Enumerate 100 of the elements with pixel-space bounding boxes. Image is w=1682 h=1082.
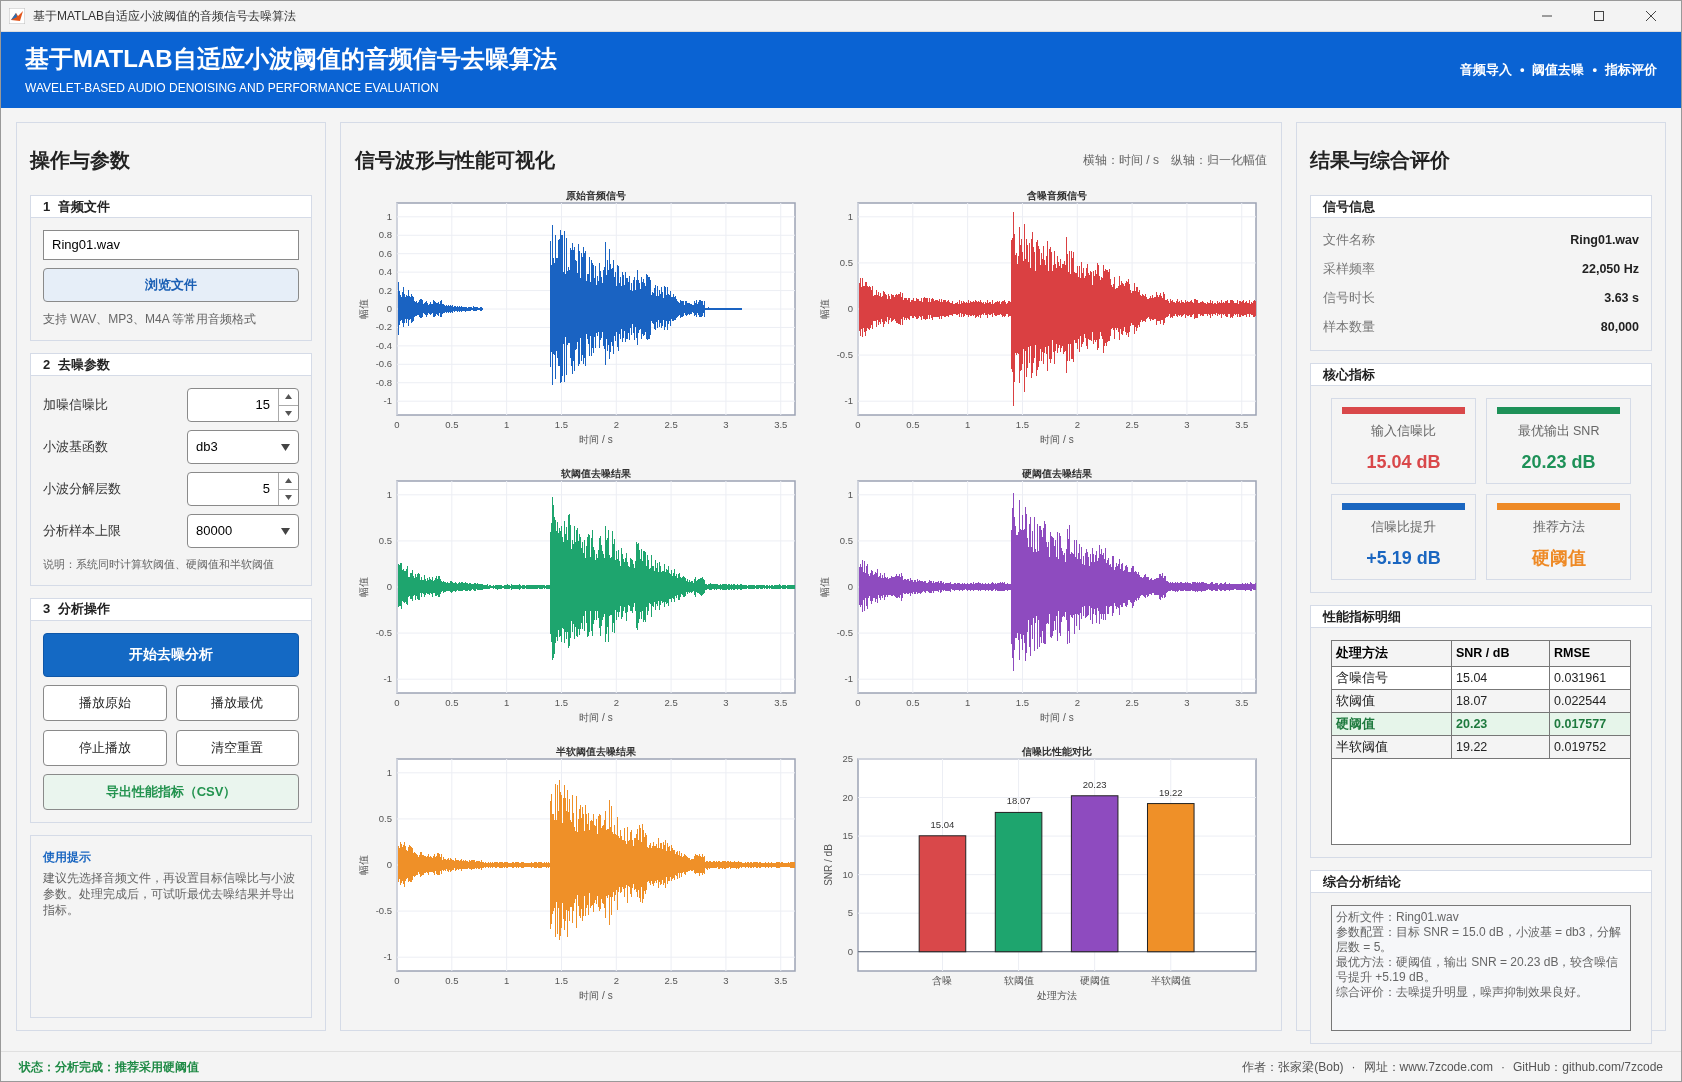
credit-text: GitHub：github.com/7zcode — [1512, 1058, 1663, 1076]
app-logo-icon — [9, 8, 25, 24]
axis-tick-label: 0 — [386, 859, 392, 870]
column-header: 处理方法 — [1332, 641, 1452, 666]
axis-tick-label: 0.5 — [445, 697, 459, 708]
conclusion-line: 综合评价：去噪提升明显，噪声抑制效果良好。 — [1336, 985, 1589, 1000]
section-title: 核心指标 — [1323, 365, 1375, 384]
window-title: 基于MATLAB自适应小波阈值的音频信号去噪算法 — [33, 8, 298, 25]
axis-tick-label: 1 — [965, 697, 971, 708]
conclusion-line: 最优方法：硬阈值，输出 SNR = 20.23 dB，较含噪信号提升 +5.19 dB。 — [1336, 955, 1620, 985]
metric-value: 15.04 dB — [1366, 450, 1441, 474]
start-analysis-button[interactable]: 开始去噪分析 — [43, 632, 299, 677]
axis-tick-label: 0.5 — [906, 697, 920, 708]
credit-text: 作者：张家梁(Bob) — [1242, 1058, 1344, 1076]
section-title: 音频文件 — [58, 197, 111, 216]
dropdown-caret-icon — [281, 443, 290, 451]
conclusion-line: 参数配置：目标 SNR = 15.0 dB，小波基 = db3，分解层数 = 5。 — [1336, 925, 1623, 955]
field-label: 小波分解层数 — [43, 480, 121, 499]
info-value: Ring01.wav — [1570, 232, 1639, 250]
number-field[interactable]: 5 — [187, 472, 299, 506]
info-label: 采样频率 — [1323, 261, 1375, 279]
file-field[interactable]: Ring01.wav — [43, 230, 299, 260]
dropdown[interactable]: db3 — [187, 430, 299, 464]
axis-tick-label: -1 — [383, 673, 392, 685]
table-row[interactable]: 含噪信号 15.04 0.031961 — [1332, 667, 1630, 690]
nav-link[interactable]: 阈值去噪 — [1532, 60, 1585, 80]
table-row[interactable]: 软阈值 18.07 0.022544 — [1332, 690, 1630, 713]
nav-link[interactable]: 音频导入 — [1459, 60, 1512, 80]
axis-tick-label: 1 — [386, 210, 392, 222]
maximize-icon[interactable] — [1593, 10, 1605, 22]
axis-tick-label: -0.6 — [375, 358, 392, 370]
axis-tick-label: 0 — [855, 419, 861, 430]
tips-title: 使用提示 — [43, 848, 92, 866]
browse-button[interactable]: 浏览文件 — [43, 268, 299, 302]
axis-tick-label: 0.5 — [445, 975, 459, 986]
column-header: SNR / dB — [1452, 641, 1550, 666]
info-value: 22,050 Hz — [1582, 261, 1639, 279]
axis-tick-label: 0 — [855, 697, 861, 708]
table-row[interactable]: 半软阈值 19.22 0.019752 — [1332, 736, 1630, 759]
data-label: 18.07 — [1006, 795, 1031, 807]
spin-up-icon[interactable] — [285, 478, 292, 484]
axis-tick-label: 1.5 — [1015, 419, 1030, 430]
axis-tick-label: -0.4 — [375, 339, 392, 351]
metric-label: 推荐方法 — [1532, 519, 1585, 536]
axis-tick-label: 2.5 — [664, 975, 678, 986]
action-button[interactable]: 播放最优 — [175, 684, 299, 721]
axis-tick-label: 0.4 — [378, 266, 392, 278]
action-button[interactable]: 停止播放 — [43, 729, 167, 766]
axis-label: 时间 / s — [1040, 434, 1074, 445]
spin-down-icon[interactable] — [285, 494, 292, 500]
chart-title: 原始音频信号 — [566, 190, 626, 201]
axis-label: 时间 / s — [579, 990, 613, 1001]
axis-tick-label: 2 — [613, 975, 619, 986]
table-cell: 18.07 — [1452, 690, 1550, 712]
hint-text: 支持 WAV、MP3、M4A 等常用音频格式 — [43, 311, 258, 328]
data-label: 20.23 — [1082, 778, 1107, 790]
axis-note: 纵轴：归一化幅值 — [1171, 152, 1267, 169]
action-button[interactable]: 播放原始 — [43, 684, 167, 721]
axis-tick-label: 3.5 — [1235, 697, 1249, 708]
section-title: 信号信息 — [1323, 197, 1375, 216]
axis-tick-label: 3.5 — [774, 419, 788, 430]
export-button[interactable]: 导出性能指标（CSV） — [43, 773, 299, 810]
axis-tick-label: -1 — [844, 395, 853, 407]
table-cell: 半软阈值 — [1332, 736, 1452, 758]
note-text: 说明：系统同时计算软阈值、硬阈值和半软阈值 — [43, 557, 275, 572]
spin-up-icon[interactable] — [285, 394, 292, 400]
axis-tick-label: 20 — [842, 791, 853, 803]
axis-tick-label: 0 — [394, 419, 400, 430]
axis-tick-label: -0.8 — [375, 376, 392, 388]
credit-text: 网址：www.7zcode.com — [1363, 1058, 1493, 1076]
axis-tick-label: 硬阈值 — [1079, 975, 1110, 986]
table-cell-text: 0.031961 — [1553, 669, 1608, 687]
table-cell: 含噪信号 — [1332, 667, 1452, 689]
panel-title: 结果与综合评价 — [1310, 148, 1451, 173]
axis-tick-label: 0 — [394, 697, 400, 708]
axis-tick-label: -0.2 — [375, 321, 392, 333]
axis-tick-label: -1 — [383, 951, 392, 963]
number-field[interactable]: 15 — [187, 388, 299, 422]
axis-tick-label: 0.6 — [378, 247, 392, 259]
axis-tick-label: 2 — [1074, 419, 1080, 430]
section-number: 3 — [43, 600, 51, 619]
nav-link[interactable]: 指标评价 — [1605, 60, 1657, 80]
app-subtitle: WAVELET-BASED AUDIO DENOISING AND PERFORMANCE EVALUATION — [25, 80, 440, 97]
section-title: 分析操作 — [58, 600, 111, 619]
axis-tick-label: 0.8 — [378, 229, 392, 241]
spin-down-icon[interactable] — [285, 410, 292, 416]
axis-tick-label: 2 — [613, 697, 619, 708]
axis-tick-label: 1.5 — [554, 697, 569, 708]
axis-tick-label: -0.5 — [836, 627, 853, 639]
close-icon[interactable] — [1645, 10, 1657, 22]
axis-tick-label: 10 — [842, 868, 853, 880]
axis-tick-label: 3.5 — [774, 697, 788, 708]
table-cell: 硬阈值 — [1332, 713, 1452, 735]
dropdown[interactable]: 80000 — [187, 514, 299, 548]
axis-tick-label: 0.5 — [445, 419, 459, 430]
data-label: 15.04 — [930, 818, 955, 830]
table-row[interactable]: 硬阈值 20.23 0.017577 — [1332, 713, 1630, 736]
axis-tick-label: 3 — [1184, 697, 1190, 708]
axis-tick-label: -0.5 — [375, 627, 392, 639]
action-button[interactable]: 清空重置 — [175, 729, 299, 766]
